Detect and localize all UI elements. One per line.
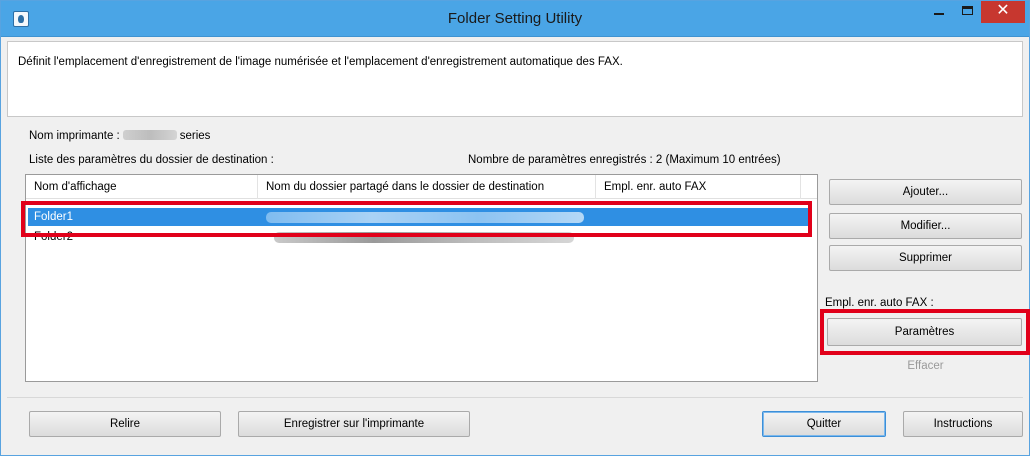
window-title: Folder Setting Utility — [447, 10, 583, 27]
list-header: Nom d'affichage Nom du dossier partagé d… — [26, 175, 817, 199]
save-to-printer-button[interactable]: Enregistrer sur l'imprimante — [238, 411, 470, 437]
modify-button[interactable]: Modifier... — [829, 213, 1022, 239]
delete-button[interactable]: Supprimer — [829, 245, 1022, 271]
column-header-shared-folder[interactable]: Nom du dossier partagé dans le dossier d… — [258, 175, 596, 199]
maximize-button[interactable] — [954, 1, 980, 23]
description-panel: Définit l'emplacement d'enregistrement d… — [7, 41, 1023, 117]
printer-name-row: Nom imprimante : series — [29, 130, 210, 142]
row-display-name: Folder1 — [34, 211, 73, 223]
shared-folder-path-redacted — [274, 232, 574, 243]
instructions-button[interactable]: Instructions — [903, 411, 1023, 437]
settings-button[interactable]: Paramètres — [827, 318, 1022, 346]
row-fax-auto-save — [598, 228, 811, 246]
list-row-folder1[interactable]: Folder1 — [28, 208, 811, 226]
divider — [7, 397, 1023, 398]
shared-folder-path-redacted — [266, 212, 584, 223]
title-bar[interactable]: Folder Setting Utility ✕ — [1, 1, 1029, 37]
add-button[interactable]: Ajouter... — [829, 179, 1022, 205]
maximize-icon — [962, 6, 973, 15]
destination-folder-list[interactable]: Nom d'affichage Nom du dossier partagé d… — [25, 174, 818, 382]
description-text: Définit l'emplacement d'enregistrement d… — [18, 56, 623, 68]
column-header-display-name[interactable]: Nom d'affichage — [26, 175, 258, 199]
row-fax-auto-save — [598, 208, 811, 226]
minimize-icon — [934, 13, 944, 15]
quit-button[interactable]: Quitter — [762, 411, 886, 437]
printer-series-suffix: series — [179, 130, 211, 142]
close-icon: ✕ — [996, 2, 1010, 19]
destination-list-label: Liste des paramètres du dossier de desti… — [29, 154, 274, 166]
minimize-button[interactable] — [926, 1, 952, 23]
printer-name-label: Nom imprimante : — [29, 130, 120, 142]
reload-button[interactable]: Relire — [29, 411, 221, 437]
close-button[interactable]: ✕ — [981, 1, 1025, 23]
clear-button[interactable]: Effacer — [829, 353, 1022, 379]
list-row-folder2[interactable]: Folder2 — [28, 228, 811, 246]
registered-count-label: Nombre de paramètres enregistrés : 2 (Ma… — [468, 154, 781, 166]
printer-model-redacted — [122, 130, 177, 140]
row-display-name: Folder2 — [34, 231, 73, 243]
folder-setting-window: Folder Setting Utility ✕ Définit l'empla… — [0, 0, 1030, 456]
fax-auto-save-label: Empl. enr. auto FAX : — [825, 297, 934, 309]
column-header-fax-auto-save[interactable]: Empl. enr. auto FAX — [596, 175, 801, 199]
